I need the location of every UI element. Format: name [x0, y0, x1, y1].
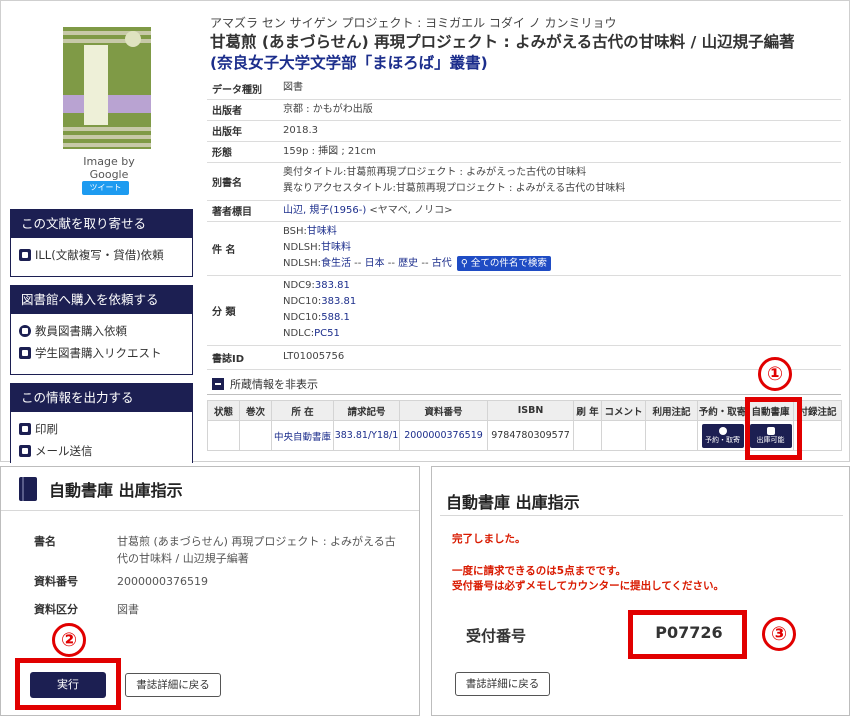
classification-link[interactable]: PC51 — [314, 328, 340, 339]
bibliographic-table: データ種別 図書 出版者 京都 : かもがわ出版 出版年 2018.3 形態 159p … — [207, 78, 841, 370]
highlight-box — [745, 397, 802, 460]
export-box: この情報を出力する 印刷 メール送信 — [10, 383, 193, 463]
col-status: 状態 — [207, 400, 240, 421]
call-number-link[interactable]: 383.81/Y18/1 — [335, 430, 399, 441]
student-request-link[interactable]: 学生図書購入リクエスト — [11, 342, 192, 364]
col-location: 所 在 — [271, 400, 334, 421]
col-item-number: 資料番号 — [399, 400, 488, 421]
order-box-title: この文献を取り寄せる — [11, 210, 192, 238]
col-usage-note: 利用注記 — [645, 400, 698, 421]
book-icon — [19, 476, 37, 501]
series-link[interactable]: (奈良女子大学文学部「まほろば」叢書) — [210, 54, 488, 72]
document-icon — [19, 249, 31, 261]
step-number-3: ③ — [762, 617, 796, 651]
highlight-box — [628, 610, 747, 659]
col-comment: コメント — [601, 400, 646, 421]
subject-link[interactable]: 甘味料 — [321, 242, 351, 253]
export-box-title: この情報を出力する — [11, 384, 192, 412]
print-icon — [19, 423, 31, 435]
book-cover-image — [63, 27, 151, 149]
receipt-label: 受付番号 — [466, 627, 527, 645]
location-link[interactable]: 中央自動書庫 — [274, 432, 331, 443]
print-link[interactable]: 印刷 — [11, 418, 192, 440]
item-number-value: 2000000376519 — [117, 575, 208, 588]
subject-link[interactable]: 食生活 — [321, 258, 351, 269]
search-all-subjects-button[interactable]: ⚲ 全ての件名で検索 — [456, 256, 551, 271]
col-isbn: ISBN — [487, 400, 574, 421]
done-message: 完了しました。 — [452, 533, 526, 545]
classification-link[interactable]: 383.81 — [321, 296, 356, 307]
collapse-icon — [212, 378, 224, 390]
book-title-value: 甘葛煎 (あまづらせん) 再現プロジェクト : よみがえる古代の甘味料 / 山辺… — [117, 535, 396, 565]
classification-link[interactable]: 588.1 — [321, 312, 350, 323]
item-number-link[interactable]: 2000000376519 — [404, 430, 483, 441]
subject-link[interactable]: 歴史 — [398, 258, 418, 269]
subject-link[interactable]: 日本 — [365, 258, 385, 269]
mail-icon — [19, 445, 31, 457]
classification-link[interactable]: 383.81 — [315, 280, 350, 291]
divider — [207, 394, 841, 395]
panel-title: 自動書庫 出庫指示 — [446, 493, 580, 512]
limit-message: 一度に請求できるのは5点までです。 — [452, 565, 627, 577]
highlight-box — [15, 658, 121, 710]
back-to-record-button[interactable]: 書誌詳細に戻る — [125, 673, 221, 697]
reserve-icon — [718, 426, 727, 435]
memo-message: 受付番号は必ずメモしてカウンターに提出してください。 — [452, 580, 725, 592]
search-icon: ⚲ — [460, 258, 468, 269]
col-call-number: 請求記号 — [333, 400, 400, 421]
page-title: 甘葛煎 (あまづらせん) 再現プロジェクト : よみがえる古代の甘味料 / 山辺… — [210, 33, 795, 72]
step-number-2: ② — [52, 623, 86, 657]
chat-icon — [19, 347, 31, 359]
completion-panel: 自動書庫 出庫指示 完了しました。 一度に請求できるのは5点までです。 受付番号… — [431, 466, 850, 716]
purchase-box: 図書館へ購入を依頼する 教員図書購入依頼 学生図書購入リクエスト — [10, 285, 193, 375]
category-value: 図書 — [117, 603, 139, 616]
step-number-1: ① — [758, 357, 792, 391]
holdings-toggle[interactable]: 所蔵情報を非表示 — [212, 376, 318, 392]
order-box: この文献を取り寄せる ILL(文献複写・貸借)依頼 — [10, 209, 193, 277]
isbn-cell: 9784780309577 — [487, 420, 574, 451]
purchase-box-title: 図書館へ購入を依頼する — [11, 286, 192, 314]
divider — [440, 515, 843, 516]
panel-title: 自動書庫 出庫指示 — [49, 480, 183, 500]
dispatch-panel: 自動書庫 出庫指示 書名 甘葛煎 (あまづらせん) 再現プロジェクト : よみが… — [0, 466, 420, 716]
cart-icon — [19, 325, 31, 337]
email-link[interactable]: メール送信 — [11, 440, 192, 462]
ill-request-link[interactable]: ILL(文献複写・貸借)依頼 — [11, 244, 192, 266]
col-print-year: 刷 年 — [573, 400, 602, 421]
author-link[interactable]: 山辺, 規子(1956-) — [283, 205, 366, 216]
title-kana: アマズラ セン サイゲン プロジェクト : ヨミガエル コダイ ノ カンミリョウ — [210, 16, 617, 30]
col-reserve: 予約・取寄 — [697, 400, 748, 421]
image-credit: Image by Google — [83, 155, 135, 181]
tweet-button[interactable]: ツイート — [82, 181, 129, 195]
reserve-button[interactable]: 予約・取寄 — [701, 423, 744, 448]
subject-link[interactable]: 古代 — [432, 258, 452, 269]
back-to-record-button[interactable]: 書誌詳細に戻る — [455, 672, 550, 696]
col-volume: 巻次 — [239, 400, 272, 421]
subject-link[interactable]: 甘味料 — [307, 226, 337, 237]
faculty-purchase-link[interactable]: 教員図書購入依頼 — [11, 320, 192, 342]
opac-record-screen: Image by Google ツイート この文献を取り寄せる ILL(文献複写… — [0, 0, 850, 463]
